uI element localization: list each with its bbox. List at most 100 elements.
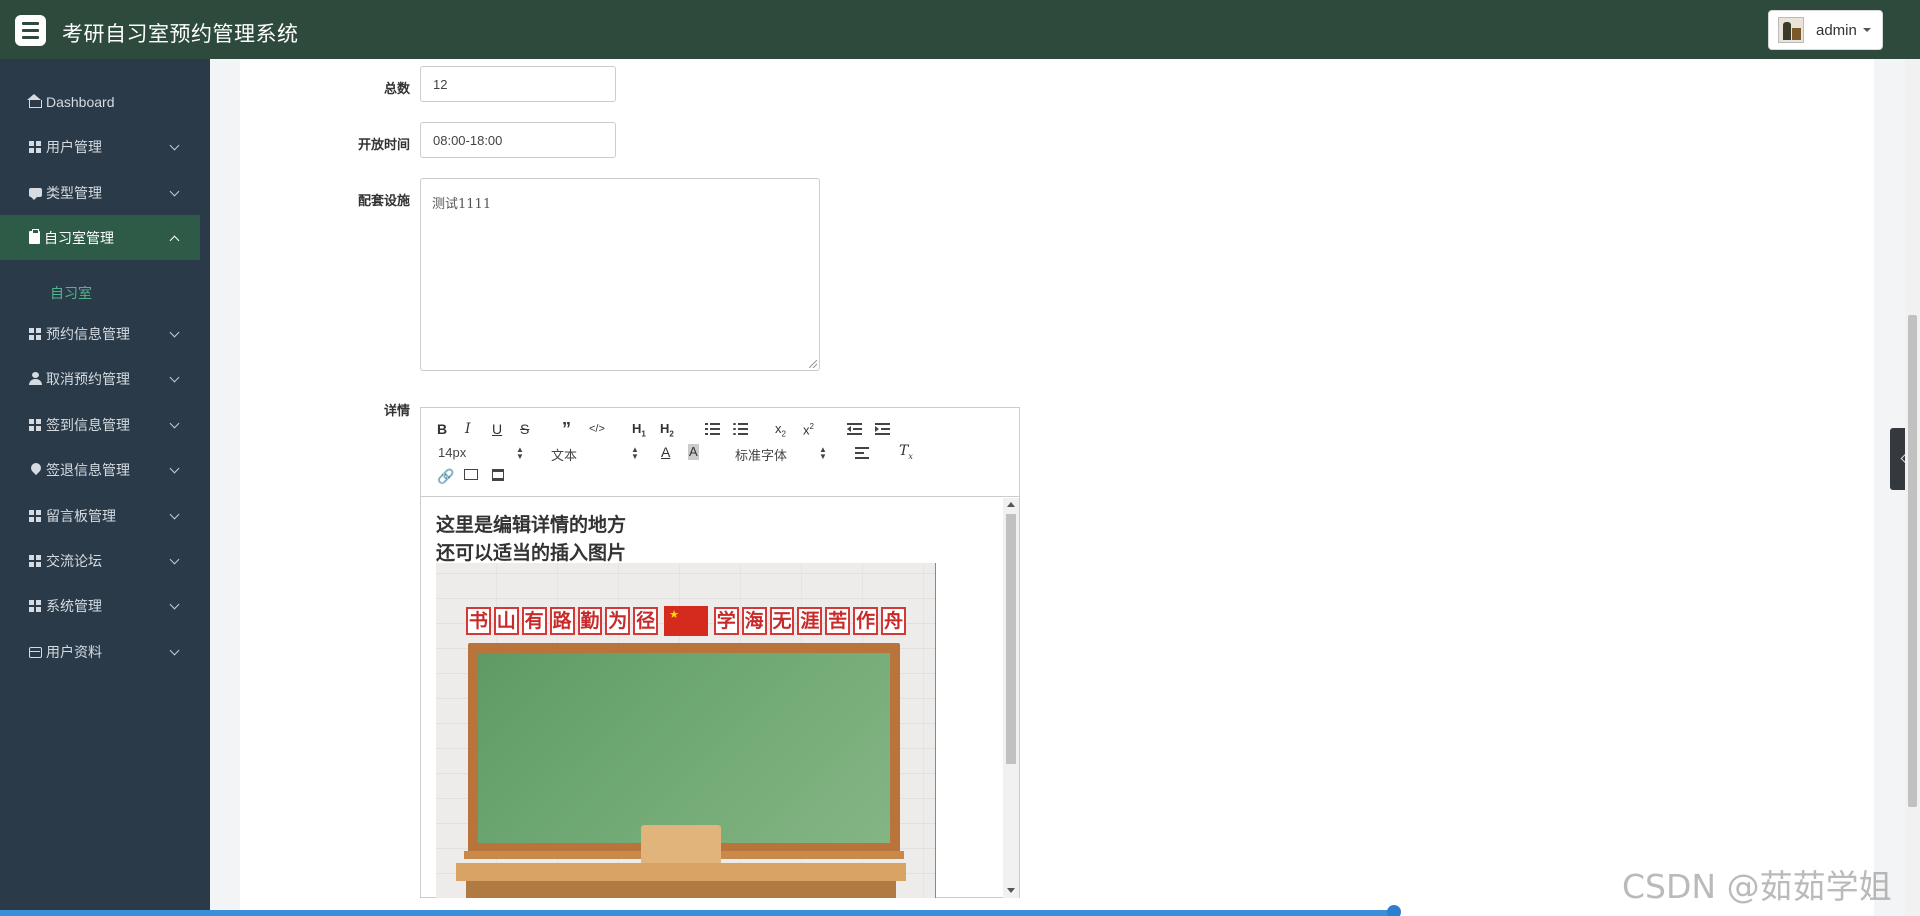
background-color-button[interactable]: A (688, 444, 699, 460)
chevron-down-icon (169, 509, 180, 520)
top-header: 考研自习室预约管理系统 admin (0, 0, 1920, 59)
editor-content-area[interactable]: 这里是编辑详情的地方 还可以适当的插入图片 书 山 有 路 勤 为 径 学 海 … (421, 498, 1003, 898)
clipboard-icon (29, 229, 40, 244)
scroll-up-icon[interactable] (1007, 502, 1015, 507)
page-scrollbar[interactable] (1905, 59, 1920, 916)
link-icon[interactable]: 🔗 (437, 468, 454, 484)
heading2-button[interactable]: H2 (660, 421, 674, 443)
page-scroll-thumb[interactable] (1908, 315, 1917, 807)
grid-icon (29, 140, 42, 154)
sidebar-item-forum[interactable]: 交流论坛 (0, 538, 200, 583)
scroll-down-icon[interactable] (1007, 888, 1015, 893)
hamburger-icon (22, 22, 39, 25)
sidebar-item-message-board[interactable]: 留言板管理 (0, 493, 200, 538)
italic-button[interactable]: I (465, 421, 471, 437)
banner: 书 山 有 路 勤 为 径 学 海 无 涯 苦 作 舟 (466, 606, 906, 636)
watermark: CSDN @茹茹学姐 (1622, 867, 1892, 906)
grid-icon (29, 327, 42, 341)
grid-icon (29, 509, 42, 523)
sidebar-item-study-rooms[interactable]: 自习室管理 (0, 215, 200, 260)
chevron-down-icon (169, 372, 180, 383)
open-hours-input[interactable]: 08:00-18:00 (420, 122, 616, 158)
resize-handle[interactable] (809, 360, 817, 368)
sidebar-item-profile[interactable]: 用户资料 (0, 629, 200, 674)
total-input[interactable]: 12 (420, 66, 616, 102)
align-icon[interactable] (855, 447, 869, 459)
avatar (1778, 17, 1804, 43)
sidebar-item-reservations[interactable]: 预约信息管理 (0, 311, 200, 356)
bullet-list-icon[interactable] (733, 423, 748, 435)
sidebar-subitem-study-room[interactable]: 自习室 (50, 283, 92, 303)
sidebar-item-types[interactable]: 类型管理 (0, 170, 200, 215)
chevron-down-icon (169, 463, 180, 474)
sidebar-item-label: 预约信息管理 (46, 325, 130, 342)
sidebar-item-dashboard[interactable]: Dashboard (0, 79, 200, 124)
sidebar-item-checkin[interactable]: 签到信息管理 (0, 402, 200, 447)
bold-button[interactable]: B (437, 421, 447, 437)
clear-format-button[interactable]: Tx (899, 443, 913, 465)
font-color-button[interactable]: A (661, 444, 670, 460)
font-size-value: 14px (438, 445, 467, 460)
sidebar-item-system[interactable]: 系统管理 (0, 583, 200, 628)
image-icon[interactable] (464, 469, 478, 480)
sidebar-item-label: 类型管理 (46, 184, 102, 201)
underline-button[interactable]: U (492, 421, 502, 437)
chevron-down-icon (169, 186, 180, 197)
total-label: 总数 (383, 81, 410, 96)
detail-label: 详情 (383, 403, 410, 418)
sidebar-item-label: 自习室管理 (44, 229, 114, 246)
sidebar-item-label: 交流论坛 (46, 552, 102, 569)
code-button[interactable]: </> (589, 421, 605, 437)
user-icon (29, 372, 42, 385)
chevron-down-icon (169, 645, 180, 656)
select-arrows-icon: ▲ ▼ (631, 445, 639, 461)
sidebar-item-cancellations[interactable]: 取消预约管理 (0, 356, 200, 401)
chevron-up-icon (169, 235, 180, 246)
facilities-label: 配套设施 (357, 193, 410, 208)
card-icon (29, 646, 42, 658)
subscript-button[interactable]: x2 (775, 421, 786, 443)
facilities-value: 测试1111 (432, 197, 492, 212)
chevron-down-icon (169, 554, 180, 565)
chevron-down-icon (169, 599, 180, 610)
block-type-select[interactable]: 文本 ▲ ▼ (551, 445, 639, 464)
select-arrows-icon: ▲ ▼ (516, 445, 524, 461)
user-menu-button[interactable]: admin (1768, 10, 1883, 50)
user-name: admin (1816, 21, 1857, 39)
sidebar-item-label: 用户管理 (46, 138, 102, 155)
sidebar-item-label: Dashboard (46, 93, 115, 110)
content-line-1: 这里是编辑详情的地方 (436, 515, 627, 536)
font-family-value: 标准字体 (735, 448, 788, 463)
superscript-button[interactable]: x2 (803, 419, 814, 438)
indent-icon[interactable] (875, 423, 890, 435)
grid-icon (29, 554, 42, 568)
editor-scrollbar[interactable] (1003, 498, 1019, 898)
sidebar-item-label: 用户资料 (46, 643, 102, 660)
facilities-textarea[interactable]: 测试1111 (420, 178, 820, 371)
heading1-button[interactable]: H1 (632, 421, 646, 443)
chevron-down-icon (169, 327, 180, 338)
menu-toggle-button[interactable] (15, 15, 46, 46)
rich-text-editor[interactable]: B I U S ” </> H1 H2 x2 x2 14px ▲ ▼ 文本 ▲ ▼ … (420, 407, 1020, 898)
outdent-icon[interactable] (847, 423, 862, 435)
sidebar-item-label: 取消预约管理 (46, 370, 130, 387)
flag-icon (664, 606, 708, 636)
sidebar-item-users[interactable]: 用户管理 (0, 124, 200, 169)
font-size-select[interactable]: 14px ▲ ▼ (438, 445, 526, 461)
grid-icon (29, 418, 42, 432)
grid-icon (29, 599, 42, 613)
blockquote-button[interactable]: ” (562, 420, 571, 438)
progress-handle[interactable] (1387, 905, 1401, 916)
font-family-select[interactable]: 标准字体 ▲ ▼ (735, 445, 827, 464)
ordered-list-icon[interactable] (705, 423, 720, 435)
desk (456, 863, 906, 881)
select-arrows-icon: ▲ ▼ (819, 445, 827, 461)
editor-scroll-thumb[interactable] (1006, 514, 1016, 764)
chevron-down-icon (169, 418, 180, 429)
sidebar-item-checkout[interactable]: 签退信息管理 (0, 447, 200, 492)
comment-icon (29, 188, 42, 200)
strikethrough-button[interactable]: S (520, 421, 529, 437)
pin-icon (29, 463, 42, 476)
progress-bar (0, 910, 1395, 916)
video-icon[interactable] (492, 469, 504, 481)
